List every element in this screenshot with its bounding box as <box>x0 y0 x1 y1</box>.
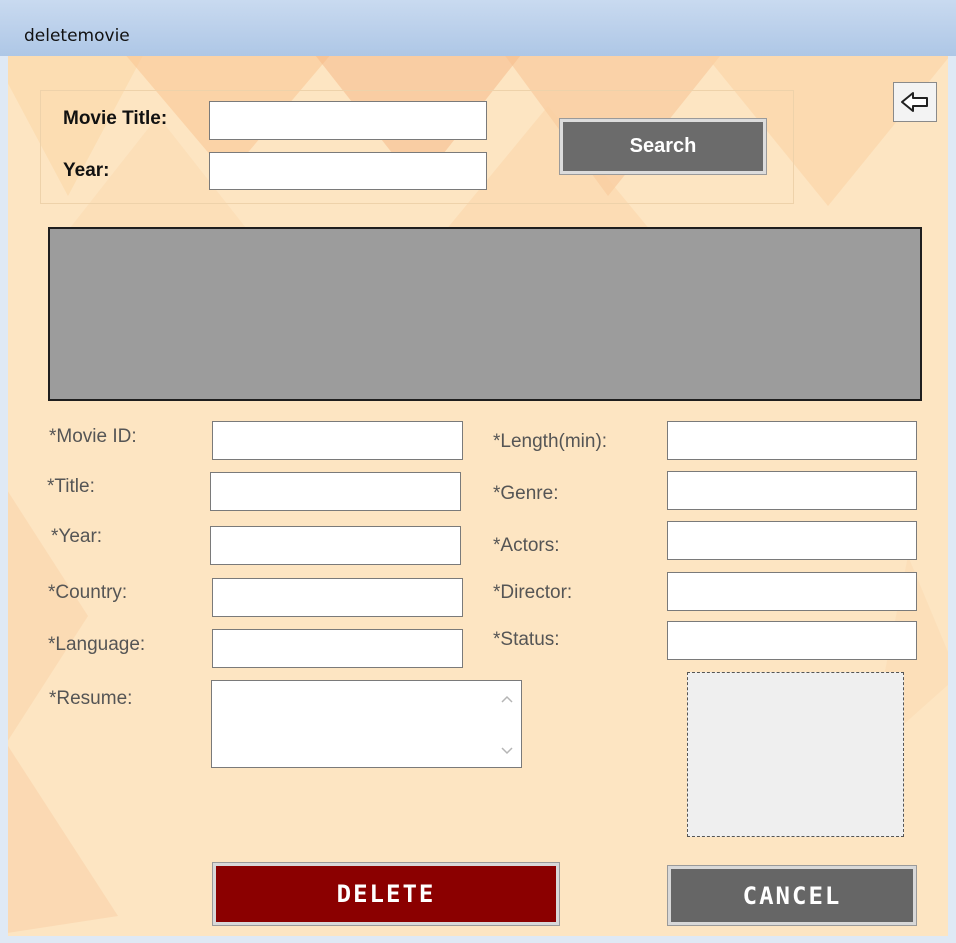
title-label: *Title: <box>47 476 95 497</box>
country-label: *Country: <box>48 582 128 603</box>
back-arrow-icon <box>901 92 928 112</box>
movie-title-label: Movie Title: <box>63 108 168 129</box>
movie-title-search-input[interactable] <box>209 101 487 140</box>
length-label: *Length(min): <box>493 431 608 452</box>
year-input[interactable] <box>210 526 461 565</box>
cancel-button[interactable]: CANCEL <box>667 865 917 926</box>
year-detail-label: *Year: <box>51 526 103 547</box>
resume-textarea[interactable] <box>211 680 522 768</box>
movie-id-label: *Movie ID: <box>49 426 137 447</box>
resume-scrollbar[interactable] <box>493 681 521 767</box>
length-input[interactable] <box>667 421 917 460</box>
form-client-area: Movie Title: Year: Search *Movie ID: *Ti… <box>8 56 948 936</box>
movie-poster-picturebox[interactable] <box>687 672 904 837</box>
delete-button[interactable]: DELETE <box>212 862 560 926</box>
year-search-input[interactable] <box>209 152 487 190</box>
country-input[interactable] <box>212 578 463 617</box>
window-title: deletemovie <box>24 26 130 46</box>
actors-label: *Actors: <box>493 535 560 556</box>
title-bar: deletemovie <box>0 0 956 56</box>
scroll-down-arrow-icon[interactable] <box>499 743 515 759</box>
resume-label: *Resume: <box>49 688 133 709</box>
status-label: *Status: <box>493 629 560 650</box>
language-input[interactable] <box>212 629 463 668</box>
search-button[interactable]: Search <box>559 118 767 175</box>
year-label: Year: <box>63 160 110 181</box>
genre-label: *Genre: <box>493 483 559 504</box>
director-input[interactable] <box>667 572 917 611</box>
movie-id-input[interactable] <box>212 421 463 460</box>
back-button[interactable] <box>893 82 937 122</box>
scroll-up-arrow-icon[interactable] <box>499 691 515 707</box>
title-input[interactable] <box>210 472 461 511</box>
director-label: *Director: <box>493 582 573 603</box>
genre-input[interactable] <box>667 471 917 510</box>
language-label: *Language: <box>48 634 146 655</box>
movie-results-grid[interactable] <box>48 227 922 401</box>
actors-input[interactable] <box>667 521 917 560</box>
status-input[interactable] <box>667 621 917 660</box>
